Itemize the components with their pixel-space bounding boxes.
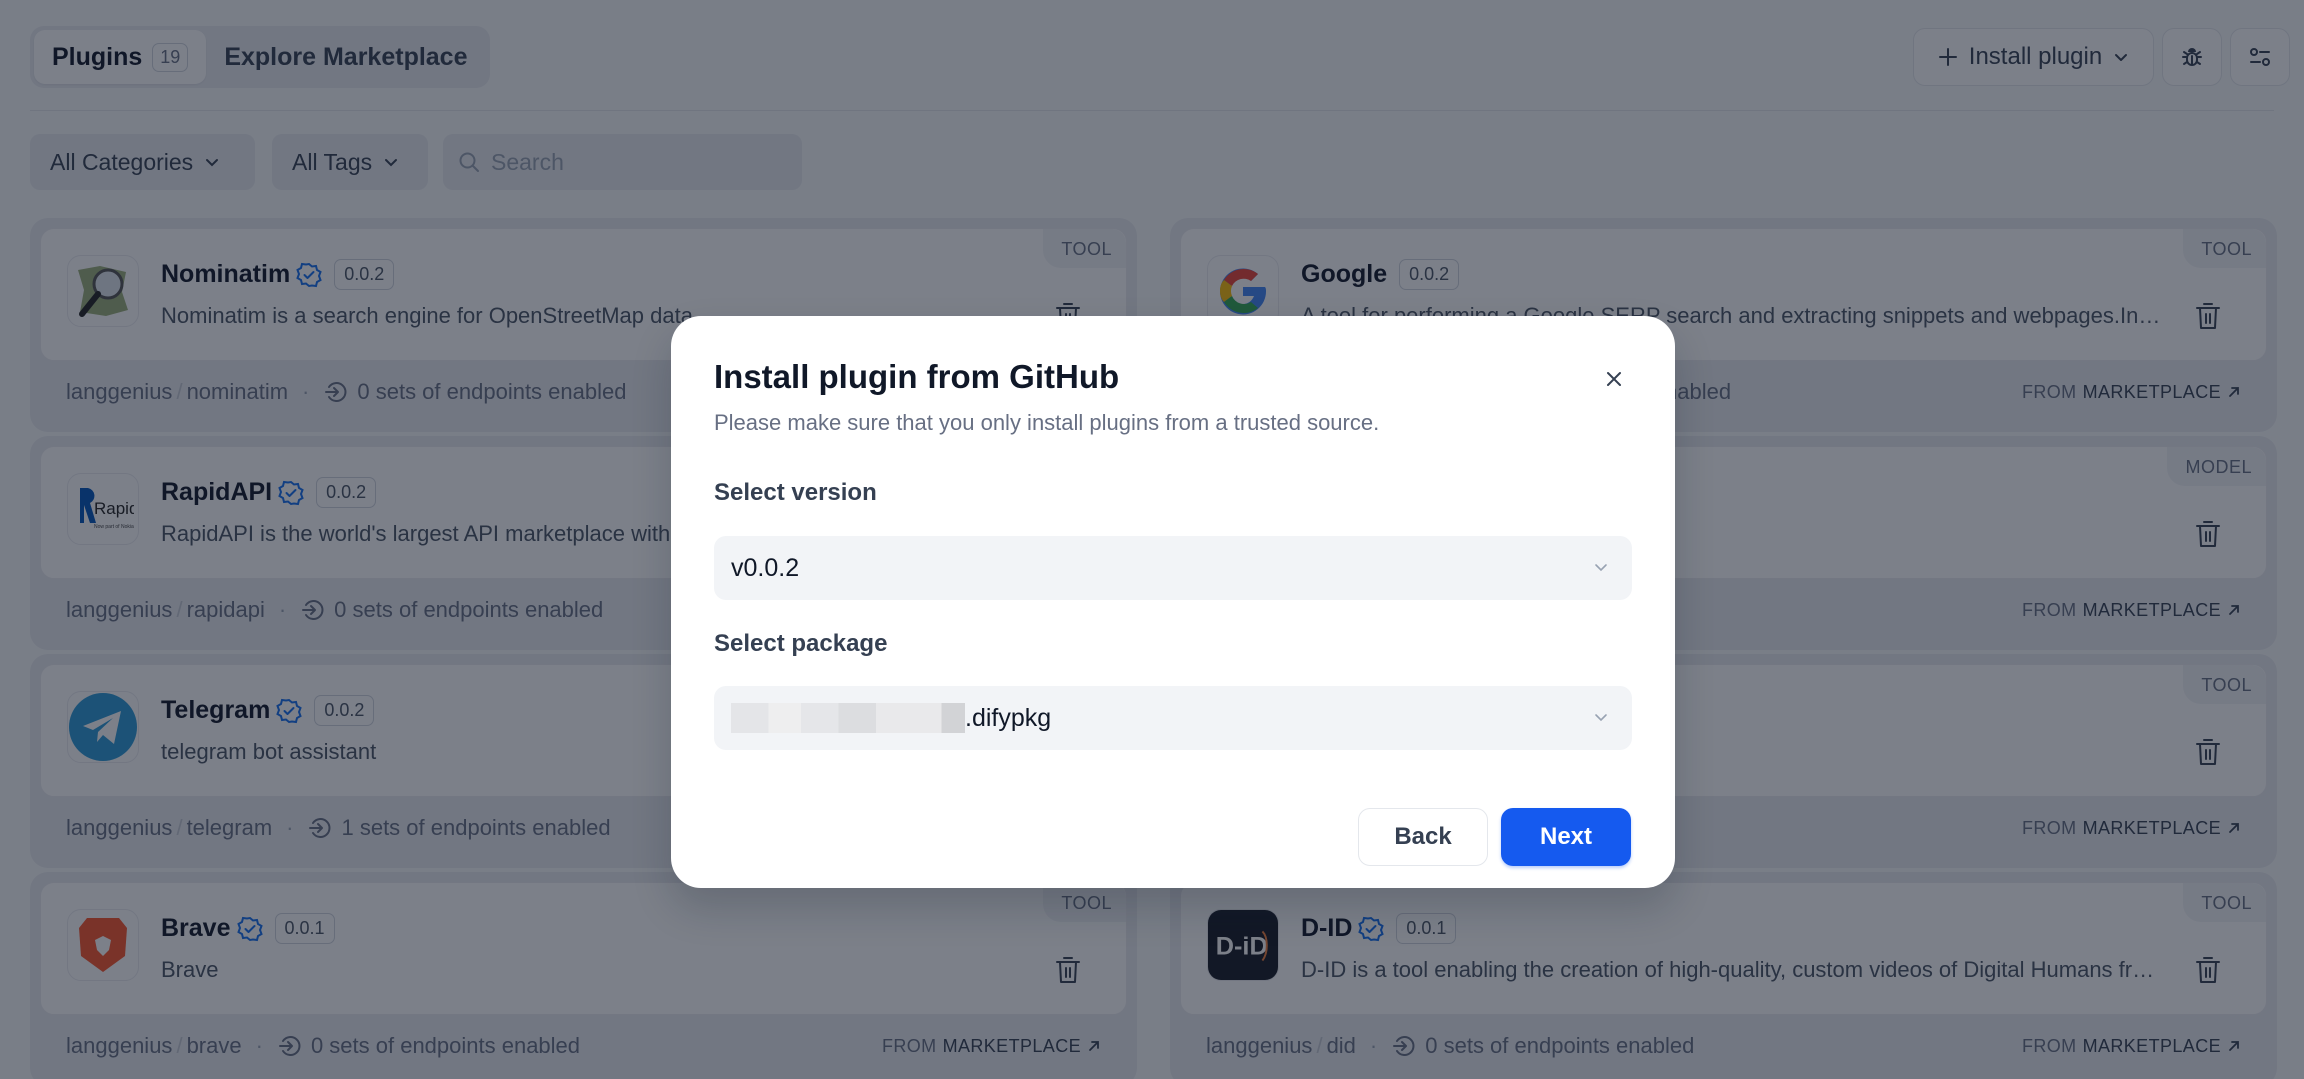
install-from-github-modal: Install plugin from GitHub Please make s…	[671, 316, 1675, 888]
chevron-down-icon	[1595, 564, 1607, 572]
version-value: v0.0.2	[731, 553, 800, 582]
back-button[interactable]: Back	[1358, 808, 1488, 866]
close-button[interactable]	[1599, 364, 1629, 394]
modal-subtitle: Please make sure that you only install p…	[714, 410, 1380, 435]
close-icon	[1607, 372, 1621, 386]
redacted-filename	[731, 703, 965, 733]
chevron-down-icon	[1595, 714, 1607, 722]
version-label: Select version	[714, 479, 877, 506]
package-suffix: .difypkg	[965, 703, 1052, 732]
modal-title: Install plugin from GitHub	[714, 358, 1120, 395]
next-button[interactable]: Next	[1501, 808, 1631, 866]
package-select[interactable]: .difypkg	[714, 686, 1632, 750]
package-label: Select package	[714, 630, 888, 657]
version-select[interactable]: v0.0.2	[714, 536, 1632, 600]
